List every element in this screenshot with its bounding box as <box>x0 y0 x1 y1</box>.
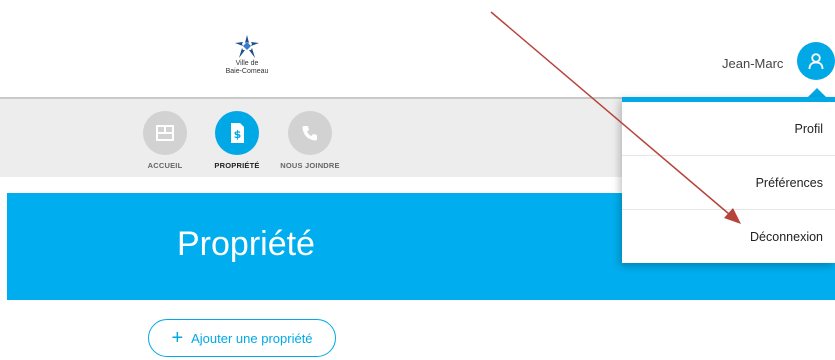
user-menu-button[interactable] <box>797 42 835 80</box>
phone-icon <box>302 126 317 141</box>
plus-icon: + <box>171 327 184 349</box>
snowflake-logo-icon <box>235 35 259 58</box>
add-property-button[interactable]: + Ajouter une propriété <box>148 319 336 357</box>
nav-item-nous-joindre[interactable]: NOUS JOINDRE <box>275 111 345 170</box>
add-property-label: Ajouter une propriété <box>191 330 313 346</box>
nav-label-propriete: PROPRIÉTÉ <box>214 161 260 170</box>
user-icon <box>808 53 824 70</box>
user-name[interactable]: Jean-Marc <box>722 56 783 71</box>
nav-item-propriete[interactable]: $ PROPRIÉTÉ <box>202 111 272 170</box>
home-grid-icon <box>156 125 174 141</box>
page-title: Propriété <box>177 225 315 263</box>
menu-item-profil[interactable]: Profil <box>622 102 835 156</box>
nav-label-nous-joindre: NOUS JOINDRE <box>280 161 340 170</box>
nav-circle-accueil <box>143 111 187 155</box>
property-dollar-icon: $ <box>231 123 244 143</box>
dropdown-caret-icon <box>808 88 826 97</box>
nav-item-accueil[interactable]: ACCUEIL <box>130 111 200 170</box>
nav-circle-nous-joindre <box>288 111 332 155</box>
city-logo[interactable]: Ville de Baie-Comeau <box>222 34 272 76</box>
site-header: Ville de Baie-Comeau Jean-Marc <box>0 0 835 97</box>
svg-text:$: $ <box>234 128 242 141</box>
nav-circle-propriete: $ <box>215 111 259 155</box>
logo-text-line1: Ville de <box>235 60 259 67</box>
logo-text-line2: Baie-Comeau <box>225 68 269 75</box>
menu-item-preferences[interactable]: Préférences <box>622 156 835 210</box>
nav-label-accueil: ACCUEIL <box>147 161 183 170</box>
user-dropdown-menu: Profil Préférences Déconnexion <box>622 97 835 263</box>
menu-item-deconnexion[interactable]: Déconnexion <box>622 210 835 264</box>
